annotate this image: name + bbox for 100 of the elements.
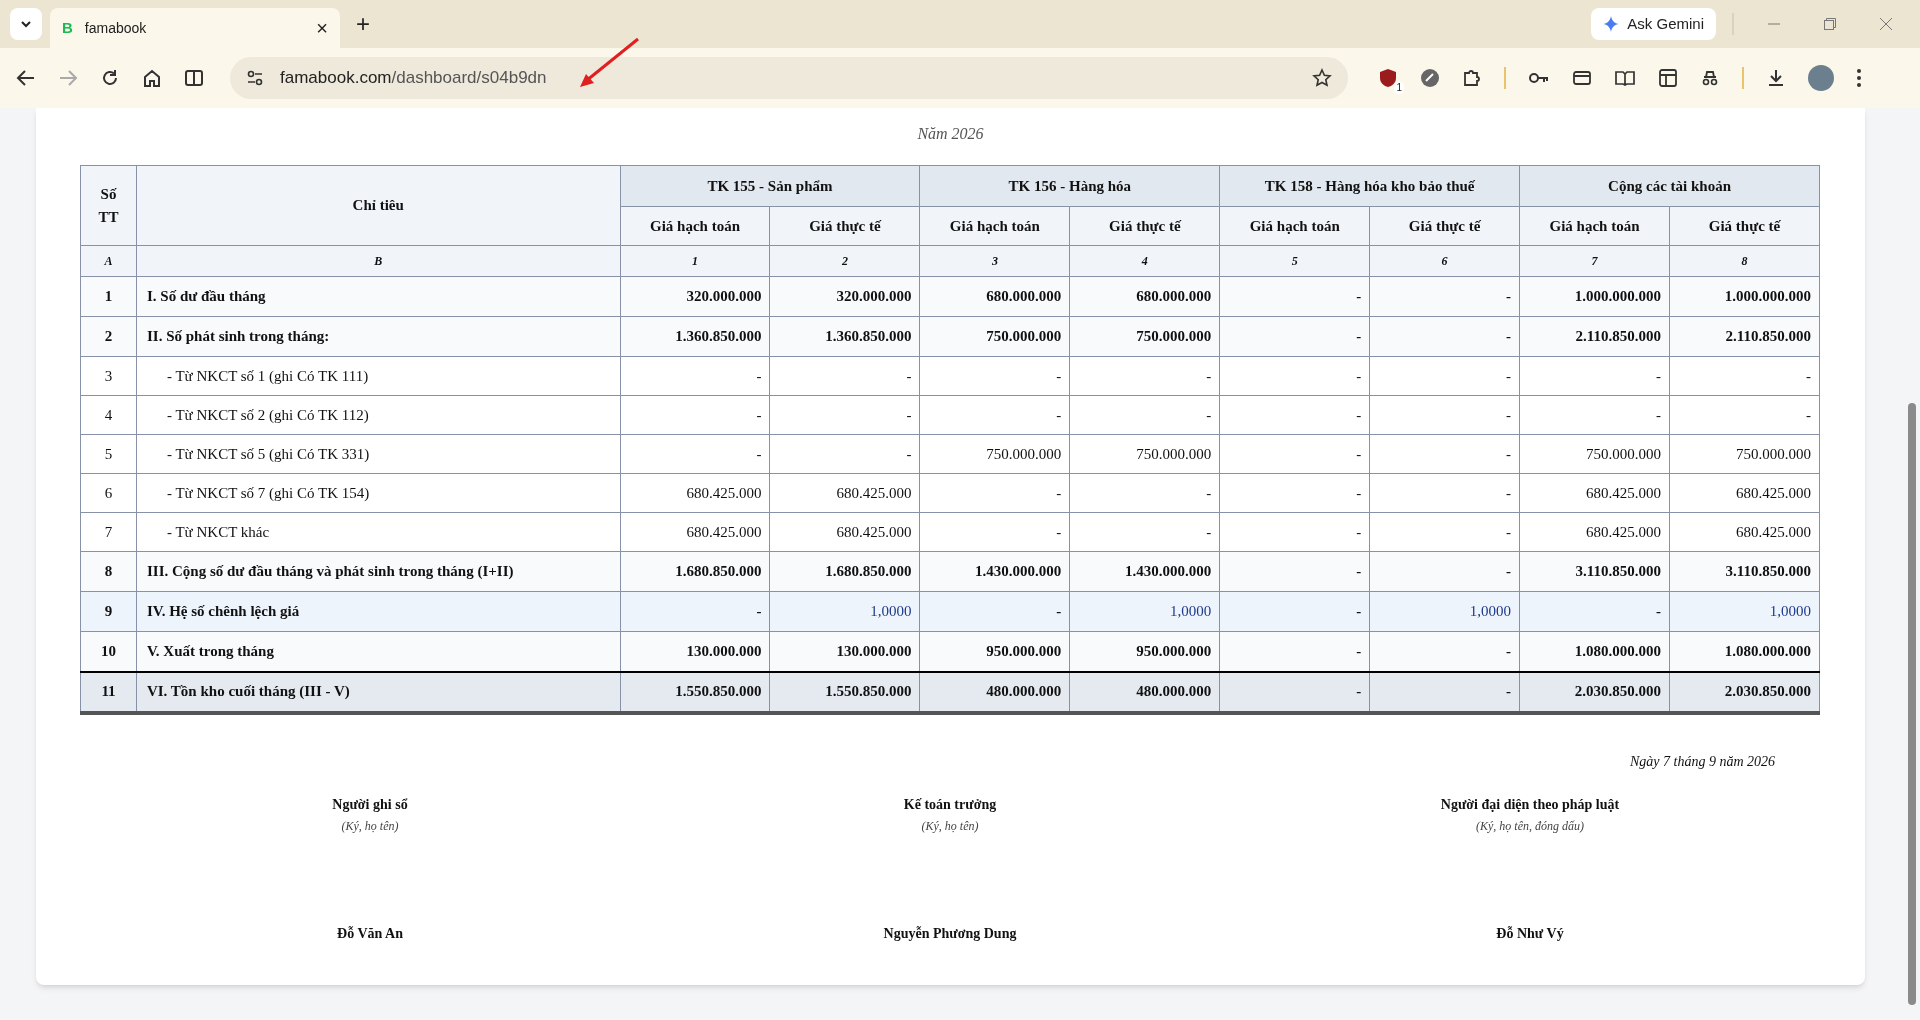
column-code: 1 — [620, 245, 770, 277]
table-cell: - — [1069, 395, 1220, 435]
column-code: 5 — [1219, 245, 1370, 277]
tab-title: famabook — [84, 18, 148, 38]
table-cell: 750.000.000 — [1069, 434, 1220, 474]
table-cell: 9 — [80, 591, 137, 632]
column-header: Giá hạch toán — [1219, 206, 1370, 246]
profile-avatar[interactable] — [1808, 65, 1834, 91]
table-cell: - — [919, 395, 1070, 435]
table-cell: - — [1219, 434, 1370, 474]
table-cell: 680.425.000 — [769, 512, 920, 552]
home-icon[interactable] — [142, 68, 162, 88]
table-cell: IV. Hệ số chênh lệch giá — [136, 591, 621, 632]
table-cell: 1.000.000.000 — [1669, 276, 1820, 317]
card-icon[interactable] — [1572, 68, 1592, 88]
table-cell: - — [1219, 551, 1370, 592]
table-cell: - — [1069, 356, 1220, 396]
table-cell: - Từ NKCT số 7 (ghi Có TK 154) — [136, 473, 621, 513]
incognito-icon[interactable] — [1700, 68, 1720, 88]
table-cell: 750.000.000 — [1069, 316, 1220, 357]
new-tab-button[interactable]: + — [348, 12, 378, 36]
signature-role: Người đại diện theo pháp luật — [1440, 795, 1620, 814]
table-cell: 1.680.850.000 — [769, 551, 920, 592]
column-header: Giá thực tế — [769, 206, 920, 246]
table-cell: - — [1519, 356, 1670, 396]
ask-gemini-button[interactable]: Ask Gemini — [1591, 8, 1716, 40]
star-icon[interactable] — [1312, 68, 1332, 88]
table-cell: 4 — [80, 395, 137, 435]
signature-note: (Ký, họ tên) — [921, 817, 979, 835]
extension-icon[interactable] — [1420, 68, 1440, 88]
column-group-header: TK 156 - Hàng hóa — [919, 165, 1220, 207]
table-cell: - Từ NKCT số 2 (ghi Có TK 112) — [136, 395, 621, 435]
table-cell: 8 — [80, 551, 137, 592]
back-icon[interactable] — [16, 68, 36, 88]
close-tab-button[interactable]: × — [316, 18, 328, 38]
table-cell: - — [1669, 356, 1820, 396]
tab-list-button[interactable] — [10, 8, 42, 40]
table-cell: - — [1219, 591, 1370, 632]
table-cell: - — [1369, 473, 1520, 513]
signature-note: (Ký, họ tên) — [341, 817, 399, 835]
book-icon[interactable] — [1614, 68, 1636, 88]
column-code: 2 — [769, 245, 920, 277]
table-cell: 1.430.000.000 — [1069, 551, 1220, 592]
more-menu-icon[interactable] — [1856, 68, 1862, 88]
column-header: Số TT — [80, 165, 137, 246]
table-cell: - — [1519, 395, 1670, 435]
browser-tab[interactable]: B famabook × — [50, 8, 340, 48]
table-cell: - — [1219, 473, 1370, 513]
table-cell: - — [769, 395, 920, 435]
table-cell: 750.000.000 — [919, 316, 1070, 357]
download-icon[interactable] — [1766, 68, 1786, 88]
table-cell: - — [620, 591, 770, 632]
table-cell: - — [620, 434, 770, 474]
table-cell: I. Số dư đầu tháng — [136, 276, 621, 317]
split-view-icon[interactable] — [184, 68, 204, 88]
table-cell: 5 — [80, 434, 137, 474]
table-cell: 680.000.000 — [1069, 276, 1220, 317]
column-code: 8 — [1669, 245, 1820, 277]
table-cell: - — [620, 356, 770, 396]
report-year: Năm 2026 — [917, 125, 984, 142]
table-cell: - — [1369, 395, 1520, 435]
table-cell: - Từ NKCT số 5 (ghi Có TK 331) — [136, 434, 621, 474]
table-cell: 680.425.000 — [1519, 512, 1670, 552]
table-cell: - Từ NKCT số 1 (ghi Có TK 111) — [136, 356, 621, 396]
table-cell: - — [919, 591, 1070, 632]
table-cell: - — [1219, 395, 1370, 435]
column-header: Giá hạch toán — [919, 206, 1070, 246]
table-cell: - — [769, 356, 920, 396]
signer-name: Đỗ Văn An — [337, 924, 403, 943]
table-cell: - — [1369, 316, 1520, 357]
column-group-header: Cộng các tài khoản — [1519, 165, 1820, 207]
table-cell: - — [919, 473, 1070, 513]
table-cell: 1.360.850.000 — [769, 316, 920, 357]
shield-icon[interactable] — [1378, 68, 1398, 88]
table-cell: - — [1219, 356, 1370, 396]
url-text: famabook.com/dashboard/s04b9dn — [280, 67, 548, 90]
puzzle-icon[interactable] — [1462, 68, 1482, 88]
table-cell: - — [1219, 671, 1370, 713]
table-cell: 680.000.000 — [919, 276, 1070, 317]
report-date: Ngày 7 tháng 9 năm 2026 — [1629, 752, 1775, 771]
table-cell: 2.110.850.000 — [1669, 316, 1820, 357]
reload-icon[interactable] — [100, 68, 120, 88]
table-cell: 3.110.850.000 — [1669, 551, 1820, 592]
layout-icon[interactable] — [1658, 68, 1678, 88]
table-cell: 3 — [80, 356, 137, 396]
table-cell: 750.000.000 — [1669, 434, 1820, 474]
table-cell: 680.425.000 — [769, 473, 920, 513]
table-cell: 2.030.850.000 — [1669, 671, 1820, 713]
table-cell: - — [769, 434, 920, 474]
column-code: 4 — [1069, 245, 1220, 277]
address-bar[interactable]: famabook.com/dashboard/s04b9dn — [230, 57, 1348, 99]
table-cell: II. Số phát sinh trong tháng: — [136, 316, 621, 357]
table-cell: 750.000.000 — [1519, 434, 1670, 474]
close-icon[interactable] — [1880, 18, 1892, 30]
column-code: 6 — [1369, 245, 1520, 277]
restore-icon[interactable] — [1824, 18, 1836, 30]
sparkle-icon — [1603, 16, 1620, 32]
column-code: B — [136, 245, 621, 277]
table-cell: 1.550.850.000 — [620, 671, 770, 713]
site-settings-icon[interactable] — [246, 69, 264, 87]
